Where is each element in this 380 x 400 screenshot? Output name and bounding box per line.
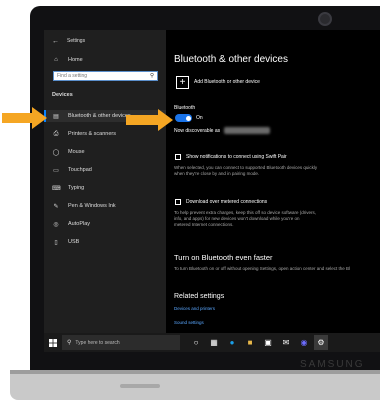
faster-description: To turn Bluetooth on or off without open… [174, 266, 351, 271]
sidebar-item-label: Touchpad [68, 167, 92, 173]
sidebar-item-label: Home [68, 57, 83, 63]
sidebar-item-label: Bluetooth & other devices [68, 113, 131, 119]
home-icon: ⌂ [54, 57, 58, 63]
bluetooth-settings-panel: Bluetooth & other devices + Add Bluetoot… [172, 30, 380, 333]
metered-description-3: metered Internet connections. [174, 222, 234, 227]
sidebar-item-label: Typing [68, 185, 85, 191]
file-explorer-icon[interactable]: ■ [244, 337, 256, 348]
bluetooth-state: On [196, 115, 203, 121]
sidebar-item-label: Mouse [68, 149, 85, 155]
section-devices: Devices [52, 92, 73, 98]
bluetooth-toggle[interactable] [175, 114, 192, 122]
autoplay-icon: ◎ [53, 221, 59, 228]
toggle-knob [185, 115, 191, 121]
windows-start-icon[interactable] [47, 337, 59, 348]
find-setting-input[interactable]: Find a setting ⚲ [53, 71, 158, 81]
settings-screen: ← Settings ⌂ Home Find a setting ⚲ Devic… [44, 30, 380, 352]
search-placeholder: Find a setting [57, 73, 88, 79]
pen-icon: ✎ [53, 203, 59, 210]
related-settings-heading: Related settings [174, 293, 225, 300]
mouse-icon: ◯ [52, 149, 60, 156]
swift-pair-checkbox[interactable] [175, 154, 181, 160]
laptop-hinge [120, 384, 160, 388]
sidebar-item-autoplay[interactable]: ◎ AutoPlay [52, 218, 162, 230]
edge-icon[interactable]: ● [226, 337, 238, 348]
task-view-icon[interactable]: ▦ [208, 337, 220, 348]
sidebar-item-touchpad[interactable]: ▭ Touchpad [52, 164, 162, 176]
cortana-icon[interactable]: ○ [190, 337, 202, 348]
sidebar-item-label: Pen & Windows Ink [68, 203, 116, 209]
sidebar-header: ← Settings [52, 36, 85, 46]
back-arrow-icon[interactable]: ← [52, 38, 59, 45]
touchpad-icon: ▭ [53, 167, 59, 174]
discoverable-label: Now discoverable as [174, 128, 221, 134]
mail-icon[interactable]: ✉ [280, 337, 292, 348]
laptop-base-edge [10, 370, 380, 374]
sidebar-item-label: AutoPlay [68, 221, 91, 227]
settings-title: Settings [67, 38, 86, 44]
sidebar-item-mouse[interactable]: ◯ Mouse [52, 146, 162, 158]
sidebar-item-usb[interactable]: ▯ USB [52, 236, 162, 248]
callout-arrow-sidebar-icon [2, 107, 47, 129]
swift-pair-description-2: when they're close by and in pairing mod… [174, 171, 260, 176]
faster-heading: Turn on Bluetooth even faster [174, 253, 273, 262]
usb-icon: ▯ [54, 239, 58, 246]
add-device-button[interactable]: + [176, 76, 189, 89]
store-icon[interactable]: ▣ [262, 337, 274, 348]
keyboard-icon: ⌨ [52, 185, 61, 192]
settings-gear-icon[interactable]: ⚙ [315, 337, 327, 348]
callout-arrow-toggle-icon [126, 109, 173, 131]
search-icon: ⚲ [149, 73, 154, 79]
metered-label[interactable]: Download over metered connections [186, 199, 267, 205]
add-device-label[interactable]: Add Bluetooth or other device [194, 79, 260, 85]
teams-icon[interactable]: ◉ [298, 337, 310, 348]
sidebar-item-label: USB [68, 239, 80, 245]
taskbar: ⚲ Type here to search ○ ▦ ● ■ ▣ ✉ ◉ ⚙ [44, 333, 380, 352]
page-title: Bluetooth & other devices [174, 54, 288, 65]
brand-logo: SAMSUNG [300, 359, 365, 370]
webcam-icon [318, 12, 332, 26]
bluetooth-devices-icon: ▤ [53, 113, 59, 120]
sidebar-item-pen[interactable]: ✎ Pen & Windows Ink [52, 200, 162, 212]
sidebar-item-label: Printers & scanners [68, 131, 116, 137]
taskbar-search-placeholder: Type here to search [75, 339, 120, 346]
device-name-redacted [224, 127, 270, 134]
sidebar-item-typing[interactable]: ⌨ Typing [52, 182, 162, 194]
plus-icon: + [179, 77, 186, 88]
sound-settings-link[interactable]: Sound settings [174, 320, 204, 325]
metered-checkbox[interactable] [175, 199, 181, 205]
settings-sidebar: ← Settings ⌂ Home Find a setting ⚲ Devic… [44, 30, 166, 333]
swift-pair-label[interactable]: Show notifications to connect using Swif… [186, 154, 287, 160]
taskbar-search-input[interactable]: ⚲ Type here to search [62, 335, 180, 350]
printer-icon: ⎙ [53, 130, 59, 137]
search-icon: ⚲ [67, 340, 72, 346]
laptop-base [10, 370, 380, 400]
sidebar-item-home[interactable]: ⌂ Home [52, 54, 162, 66]
bluetooth-label: Bluetooth [174, 105, 196, 111]
devices-printers-link[interactable]: Devices and printers [174, 306, 215, 311]
